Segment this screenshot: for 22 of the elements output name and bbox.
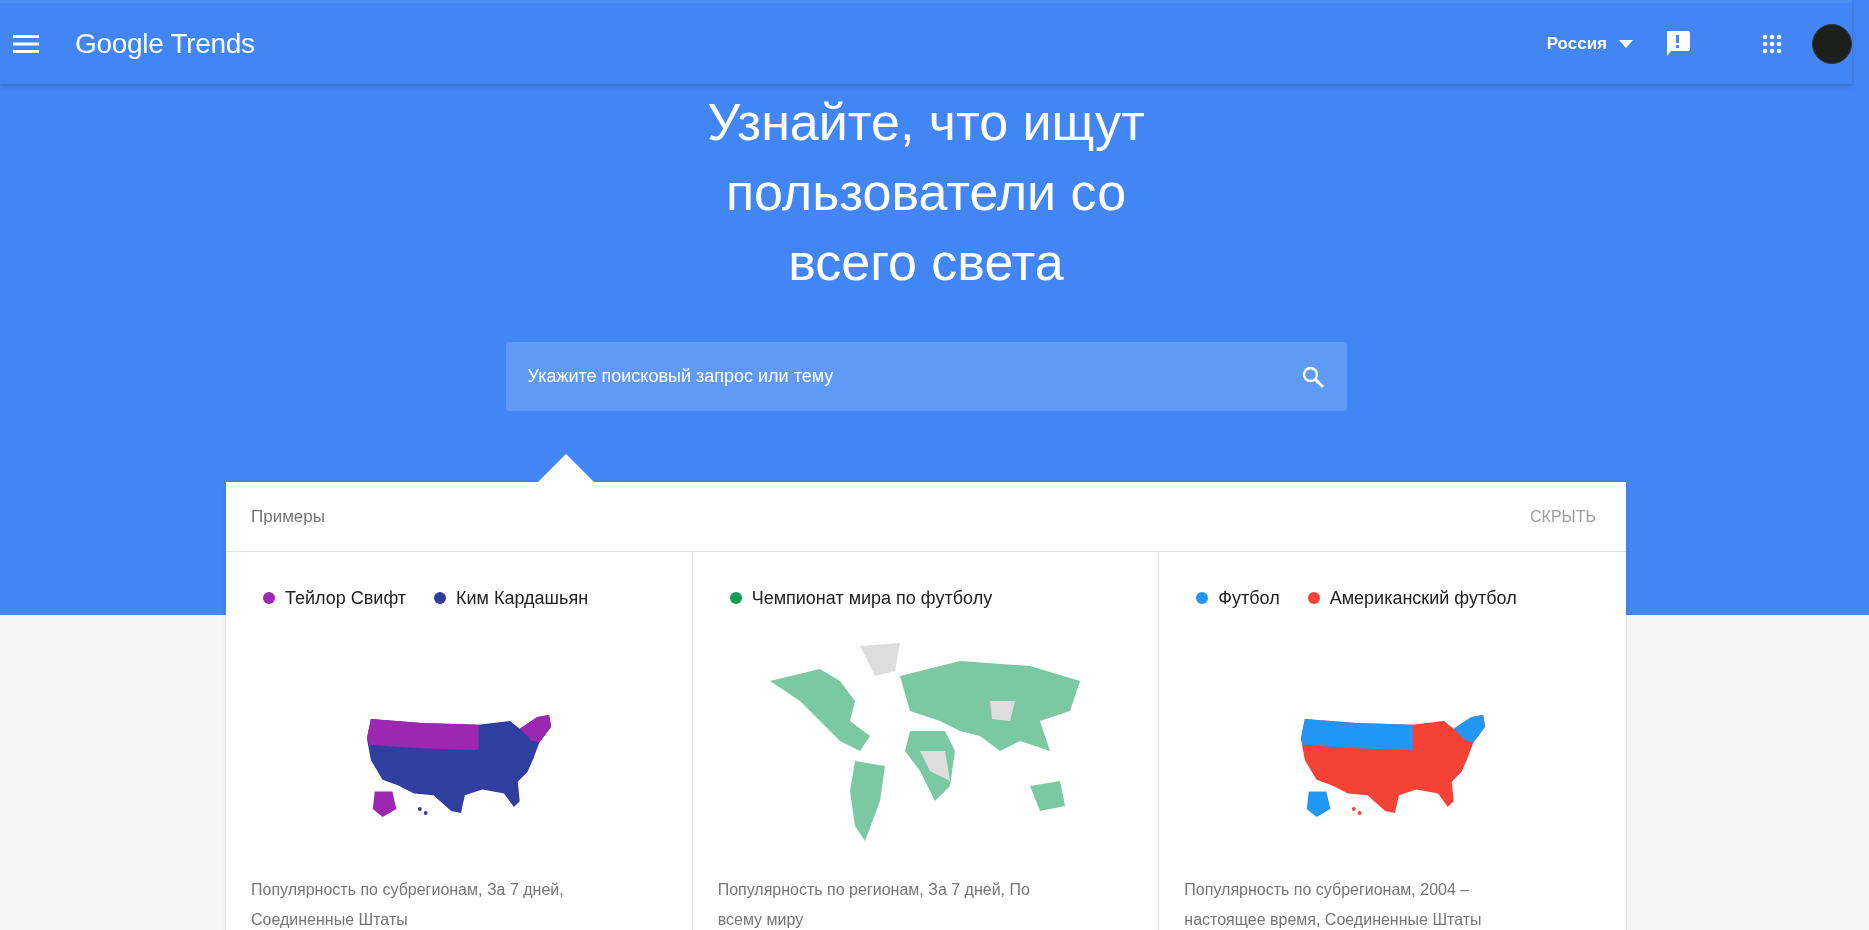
legend-label: Футбол <box>1218 587 1280 609</box>
map-caption: Популярность по субрегионам, За 7 дней, Соединенные Штаты <box>250 880 565 930</box>
feedback-icon[interactable] <box>1665 31 1690 56</box>
avatar[interactable] <box>1812 23 1852 64</box>
map-caption: Популярность по субрегионам, 2004 – настоящее время, Соединенные Штаты <box>1183 880 1483 930</box>
search-icon[interactable] <box>1300 364 1325 389</box>
menu-button[interactable] <box>13 33 39 54</box>
apps-grid-icon[interactable] <box>1762 33 1782 54</box>
search-field[interactable]: Укажите поисковый запрос или тему <box>525 365 1301 388</box>
logo[interactable]: Google Trends <box>75 27 255 60</box>
legend-label: Чемпионат мира по футболу <box>751 587 993 609</box>
hero-title: Узнайте, что ищут пользователи со всего света <box>706 92 1146 293</box>
caret-icon[interactable] <box>1619 39 1633 48</box>
legend-label: Ким Кардашьян <box>456 587 589 609</box>
hide-button[interactable]: СКРЫТЬ <box>1526 503 1600 530</box>
card-title: Примеры <box>251 506 325 527</box>
legend-label: Американский футбол <box>1329 587 1517 609</box>
legend-label: Тейлор Свифт <box>285 587 407 609</box>
menu-icon <box>13 33 39 54</box>
search-bar[interactable]: Укажите поисковый запрос или тему <box>505 342 1347 411</box>
region-dropdown[interactable]: Россия <box>1546 33 1607 54</box>
map-caption: Популярность по регионам, За 7 дней, По всему миру <box>716 880 1031 930</box>
